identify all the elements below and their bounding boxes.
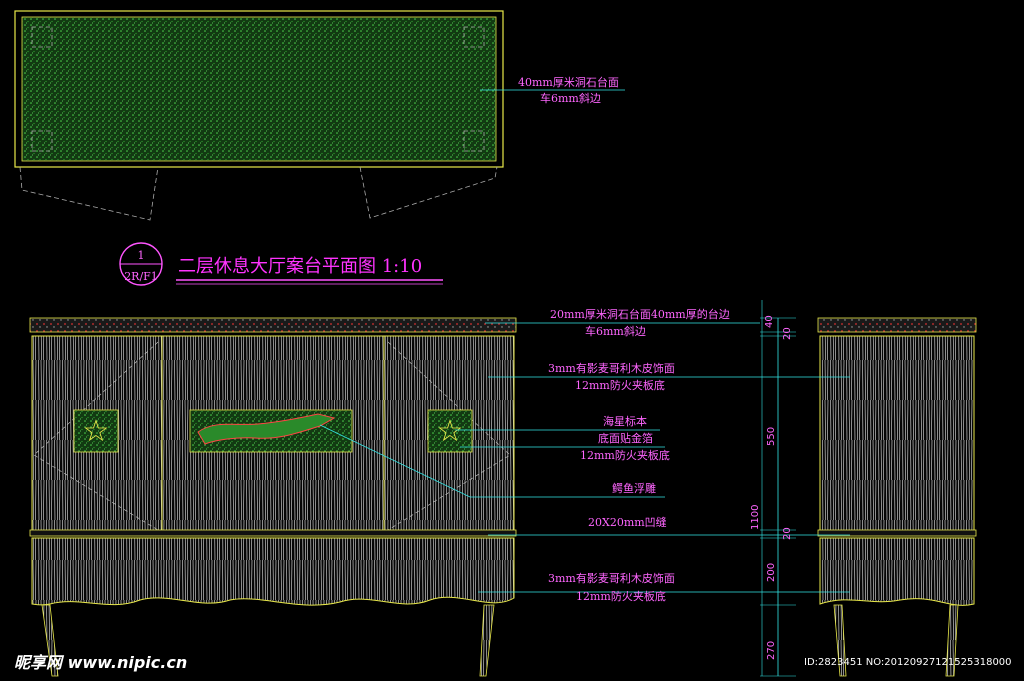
note-veneer-upper: 3mm有影麦哥利木皮饰面 — [548, 361, 675, 375]
note-gold-leaf: 底面贴金箔 — [598, 431, 653, 445]
cabinet-lower-apron — [31, 537, 515, 606]
dimension-chain: 40 20 550 20 1100 200 270 — [750, 300, 796, 677]
groove-strip — [29, 529, 517, 537]
side-upper-body — [819, 335, 975, 533]
note-plywood-mid: 12mm防火夹板底 — [580, 448, 670, 462]
note-stone-top: 20mm厚米洞石台面40mm厚的台边 — [550, 307, 730, 321]
side-stone-top — [817, 317, 977, 333]
drawing-canvas: 40mm厚米洞石台面 车6mm斜边 1 2R/F1 二层休息大厅案台平面图 1:… — [14, 10, 1012, 677]
leg-right — [479, 604, 495, 677]
section-symbol-sheet: 2R/F1 — [124, 270, 158, 283]
plan-note-line1: 40mm厚米洞石台面 — [518, 75, 619, 89]
watermark-logo: 昵享网 www.nipic.cn — [14, 653, 187, 672]
dim-200: 200 — [766, 563, 777, 582]
plan-view: 40mm厚米洞石台面 车6mm斜边 — [14, 10, 625, 221]
note-bevel: 车6mm斜边 — [585, 324, 646, 338]
plan-door-swing-right — [359, 166, 498, 219]
dim-20-mid: 20 — [782, 527, 793, 540]
starfish-icon-left: ☆ — [83, 414, 110, 449]
side-elevation — [817, 317, 977, 677]
note-crocodile: 鳄鱼浮雕 — [612, 481, 656, 495]
dim-1100: 1100 — [750, 505, 761, 530]
side-lower-apron — [819, 537, 975, 606]
title-block: 1 2R/F1 二层休息大厅案台平面图 1:10 — [119, 242, 443, 286]
plan-note-line2: 车6mm斜边 — [540, 91, 601, 105]
note-groove: 20X20mm凹缝 — [588, 515, 667, 529]
dim-270: 270 — [766, 641, 777, 660]
elevation-notes: 20mm厚米洞石台面40mm厚的台边 车6mm斜边 3mm有影麦哥利木皮饰面 1… — [548, 307, 730, 603]
dim-40: 40 — [764, 315, 775, 328]
plan-door-swing-left — [19, 166, 159, 221]
starfish-icon-right: ☆ — [437, 414, 464, 449]
note-starfish: 海星标本 — [603, 414, 647, 428]
note-plywood-lower: 12mm防火夹板底 — [576, 589, 666, 603]
note-veneer-lower: 3mm有影麦哥利木皮饰面 — [548, 571, 675, 585]
dim-20-top: 20 — [782, 327, 793, 340]
note-plywood-upper: 12mm防火夹板底 — [575, 378, 665, 392]
watermark-id: ID:2823451 NO:20120927121525318000 — [804, 657, 1012, 668]
elevation-stone-top — [29, 317, 517, 333]
front-elevation: ☆ ☆ — [29, 317, 517, 677]
watermark: 昵享网 www.nipic.cn ID:2823451 NO:201209271… — [14, 653, 1012, 672]
dim-550: 550 — [766, 427, 777, 446]
drawing-title: 二层休息大厅案台平面图 1:10 — [178, 256, 422, 277]
section-symbol-number: 1 — [138, 249, 145, 262]
plan-stone-top — [21, 16, 497, 162]
